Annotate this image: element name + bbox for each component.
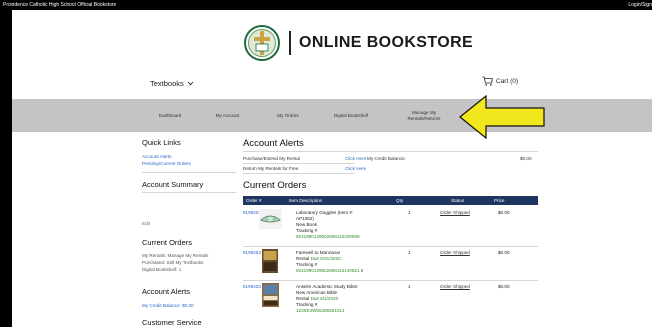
category-label: Textbooks	[150, 79, 184, 88]
credit-balance-value: $0.00	[520, 156, 532, 161]
price: $0.00	[498, 210, 510, 215]
edit-link[interactable]: Edit	[142, 221, 150, 226]
rentals-summary[interactable]: My Rentals: Manage My Rentals	[142, 253, 208, 259]
cart-icon	[482, 76, 493, 86]
quick-link-account-alerts[interactable]: Account Alerts	[142, 154, 171, 159]
credit-balance-label: My Credit Balance:	[367, 156, 406, 161]
yellow-arrow-icon	[459, 94, 545, 140]
alert-return-link[interactable]: Click Here	[345, 166, 366, 171]
qty: 1	[408, 210, 411, 215]
cart-button[interactable]: Cart (0)	[482, 76, 518, 86]
store-title: ONLINE BOOKSTORE	[299, 34, 474, 51]
account-summary-title: Account Summary	[142, 180, 204, 189]
logo[interactable]: ONLINE BOOKSTORE	[244, 24, 473, 62]
due-date: Due 6/1/2020	[310, 296, 339, 301]
order-status[interactable]: Order Shipped	[440, 284, 470, 289]
current-orders-title: Current Orders	[142, 238, 193, 247]
bookshelf-summary[interactable]: Digital Bookshelf: 1	[142, 267, 181, 273]
divider	[243, 173, 355, 174]
tracking-number[interactable]: 1Z29E3W55355951014	[296, 308, 345, 314]
school-name: Providence Catholic High School Official…	[3, 2, 117, 8]
nav-manage-rentals[interactable]: Manage My Rentals/Returns	[400, 99, 448, 132]
price: $0.00	[498, 284, 510, 289]
bible-thumbnail	[262, 283, 279, 307]
order-status[interactable]: Order Shipped	[440, 250, 470, 255]
alert-return-rentals: Return My Rentals for Free	[243, 166, 299, 171]
alert-purchase-link[interactable]: Click Here	[345, 156, 366, 161]
top-bar: Providence Catholic High School Official…	[0, 0, 652, 10]
due-date: Due 5/31/2020	[310, 256, 341, 261]
col-item-description: Item Description	[289, 198, 323, 203]
credit-balance-side: My Credit Balance: $0.00	[142, 303, 194, 308]
nav-manage-line2: Rentals/Returns	[407, 115, 441, 121]
cross-emblem-icon	[244, 25, 280, 61]
account-alerts-title: Account Alerts	[243, 138, 304, 149]
divider	[142, 192, 236, 193]
current-orders-main-title: Current Orders	[243, 180, 307, 191]
chevron-down-icon	[187, 81, 194, 86]
nav-digital-bookshelf[interactable]: Digital Bookshelf	[322, 99, 380, 132]
col-qty: Qty	[396, 198, 404, 203]
divider	[243, 163, 355, 164]
quick-links-title: Quick Links	[142, 138, 181, 147]
price: $0.00	[498, 250, 510, 255]
col-price: Price	[494, 198, 505, 203]
nav-my-account[interactable]: My Account	[205, 99, 250, 132]
divider	[142, 172, 236, 173]
nav-dashboard[interactable]: Dashboard	[145, 99, 195, 132]
purchased-summary[interactable]: Purchased: Sell My Textbooks	[142, 260, 203, 266]
account-alerts-side-title: Account Alerts	[142, 287, 190, 296]
category-dropdown[interactable]: Textbooks	[150, 79, 194, 88]
goggles-thumbnail	[259, 209, 282, 229]
divider	[243, 151, 538, 152]
login-link[interactable]: Login/Sign	[628, 0, 652, 10]
order-number[interactable]: 8199203	[243, 284, 261, 289]
nav-bar: Dashboard My Account My Orders Digital B…	[12, 99, 652, 132]
col-status: Status	[451, 198, 465, 203]
quick-link-pending-orders[interactable]: Pending/Current Orders	[142, 161, 191, 166]
orders-table-header: Order # Item Description Qty Status Pric…	[243, 196, 538, 205]
col-order: Order #	[246, 198, 262, 203]
alert-purchase-extend: Purchase/Extend My Rental	[243, 156, 300, 161]
customer-service-title: Customer Service	[142, 318, 202, 327]
qty: 1	[408, 250, 411, 255]
qty: 1	[408, 284, 411, 289]
divider	[243, 280, 538, 281]
book-thumbnail	[262, 249, 278, 273]
tracking-number[interactable]: 9241990129602658116209588	[296, 234, 360, 240]
tracking-number[interactable]: 9241990129602658116140521 8	[296, 268, 363, 274]
divider	[243, 246, 538, 247]
page: ONLINE BOOKSTORE Textbooks Cart (0) Dash…	[12, 10, 652, 327]
order-number[interactable]: 8199203	[243, 250, 261, 255]
order-status[interactable]: Order Shipped	[440, 210, 470, 215]
cart-label: Cart (0)	[496, 77, 519, 85]
logo-divider	[289, 31, 291, 55]
nav-my-orders[interactable]: My Orders	[268, 99, 308, 132]
